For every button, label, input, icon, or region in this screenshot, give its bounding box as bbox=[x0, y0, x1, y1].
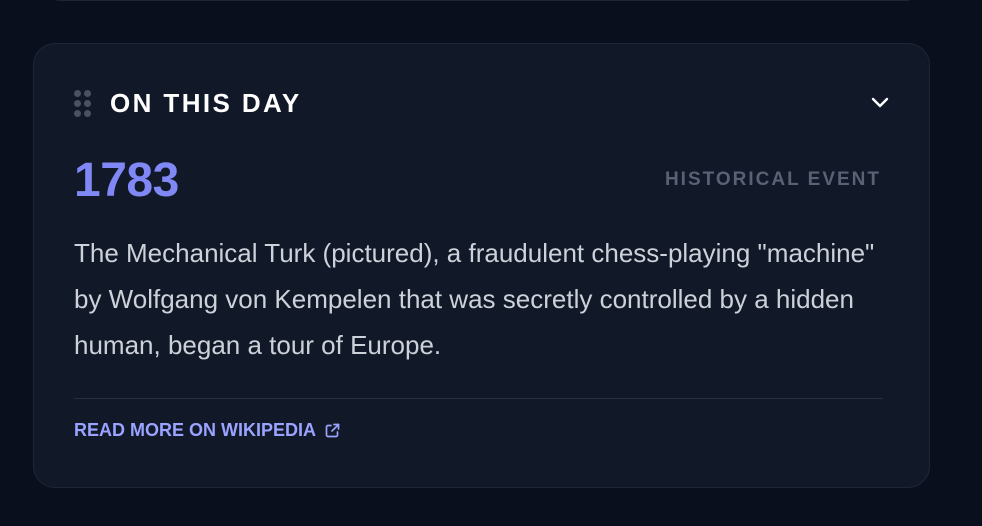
read-more-link[interactable]: READ MORE ON WIKIPEDIA bbox=[74, 420, 341, 441]
event-description: The Mechanical Turk (pictured), a fraudu… bbox=[74, 238, 875, 360]
year-row: 1783 HISTORICAL EVENT bbox=[74, 152, 881, 208]
drag-handle-icon[interactable] bbox=[74, 89, 91, 117]
card-title: ON THIS DAY bbox=[110, 87, 302, 118]
read-more-label: READ MORE ON WIKIPEDIA bbox=[74, 420, 317, 440]
event-type-label: HISTORICAL EVENT bbox=[664, 169, 881, 190]
event-year: 1783 bbox=[74, 153, 179, 207]
external-link-icon bbox=[324, 422, 341, 439]
on-this-day-card: ON THIS DAY 1783 HISTORICAL EVENT The Me… bbox=[33, 43, 930, 488]
chevron-down-icon[interactable] bbox=[869, 92, 891, 114]
card-header: ON THIS DAY bbox=[74, 88, 891, 118]
previous-card-edge bbox=[46, 0, 920, 1]
divider bbox=[74, 398, 883, 399]
